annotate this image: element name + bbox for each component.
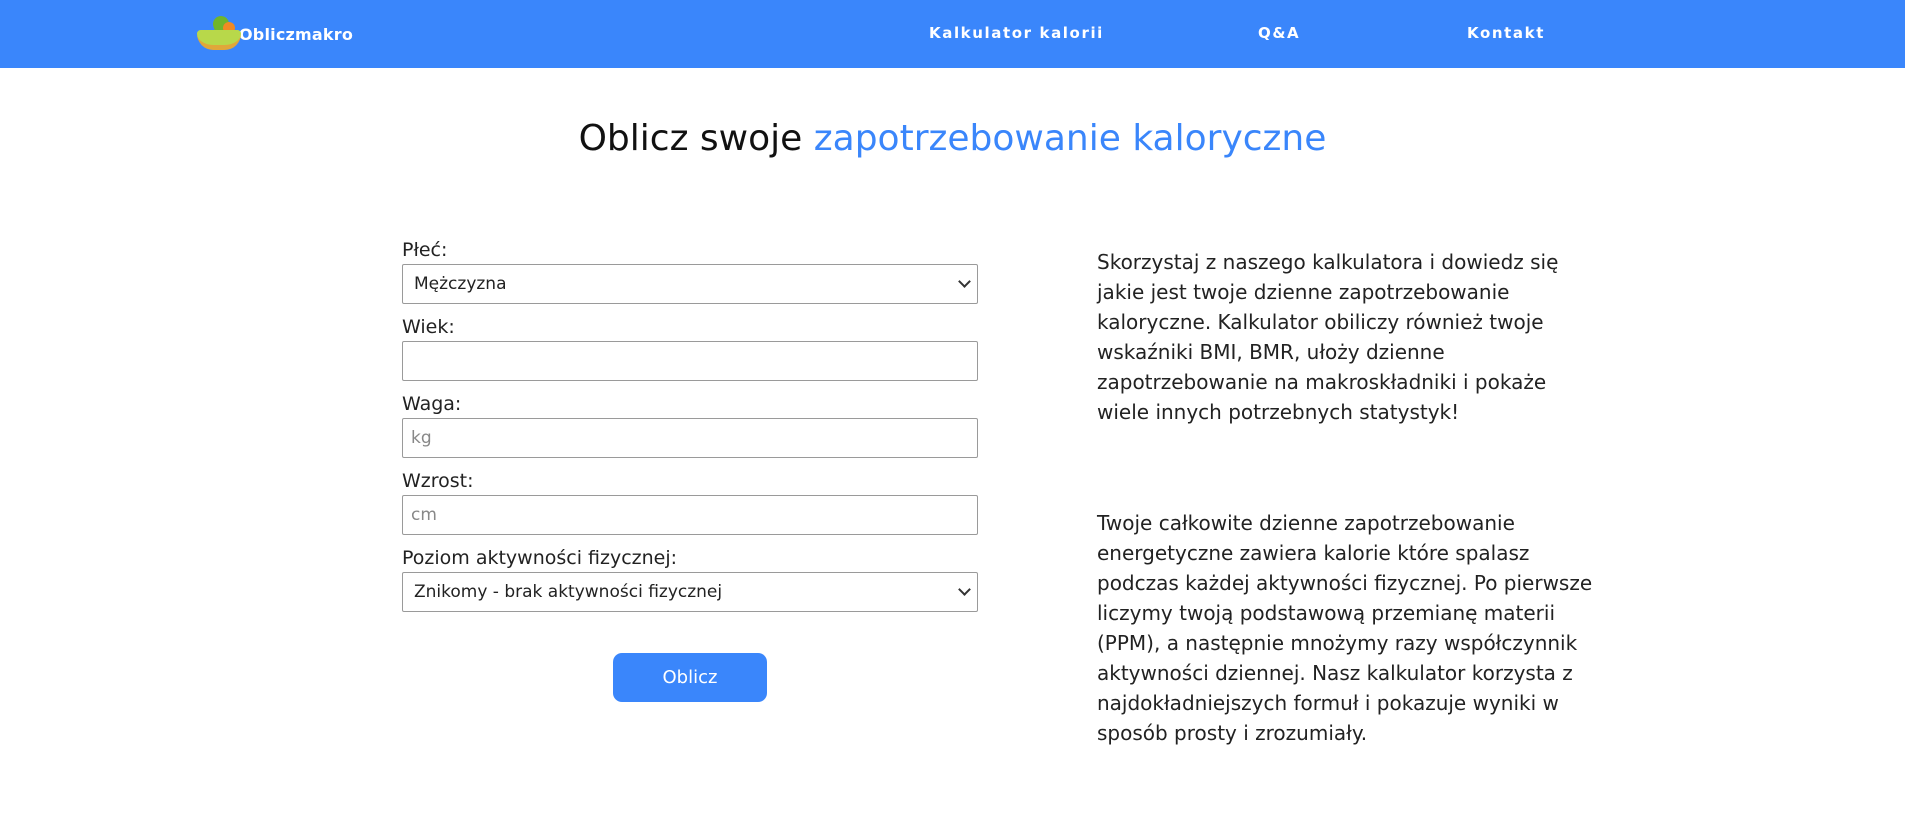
- age-input[interactable]: [402, 341, 978, 381]
- chevron-down-icon: [958, 275, 971, 288]
- brand-name: Obliczmakro: [239, 24, 354, 44]
- nav-link-qa[interactable]: Q&A: [1258, 24, 1300, 42]
- height-input[interactable]: [402, 495, 978, 535]
- page-title-plain: Oblicz swoje: [578, 118, 803, 159]
- page-title: Oblicz swoje zapotrzebowanie kaloryczne: [0, 118, 1905, 159]
- height-label: Wzrost:: [402, 470, 474, 492]
- explanation-paragraph: Twoje całkowite dzienne zapotrzebowanie …: [1097, 511, 1593, 745]
- chevron-down-icon: [958, 583, 971, 596]
- gender-label: Płeć:: [402, 239, 448, 261]
- activity-select-value: Znikomy - brak aktywności fizycznej: [414, 582, 723, 602]
- page-title-accent: zapotrzebowanie kaloryczne: [813, 118, 1327, 159]
- navbar: Obliczmakro Kalkulator kalorii Q&A Konta…: [0, 0, 1905, 68]
- age-label: Wiek:: [402, 316, 455, 338]
- gender-select-value: Mężczyzna: [414, 274, 507, 294]
- nav-link-contact[interactable]: Kontakt: [1467, 24, 1545, 42]
- weight-input[interactable]: [402, 418, 978, 458]
- brand-logo-link[interactable]: Obliczmakro: [193, 12, 353, 56]
- activity-label: Poziom aktywności fizycznej:: [402, 547, 678, 569]
- gender-select[interactable]: Mężczyzna: [402, 264, 978, 304]
- intro-paragraph: Skorzystaj z naszego kalkulatora i dowie…: [1097, 250, 1559, 424]
- fruit-bowl-icon: [193, 12, 247, 56]
- calculate-button[interactable]: Oblicz: [613, 653, 767, 702]
- nav-link-calorie-calculator[interactable]: Kalkulator kalorii: [929, 24, 1104, 42]
- activity-select[interactable]: Znikomy - brak aktywności fizycznej: [402, 572, 978, 612]
- calorie-form: Płeć: Mężczyzna Wiek: Waga: Wzrost: Pozi…: [402, 236, 978, 702]
- weight-label: Waga:: [402, 393, 462, 415]
